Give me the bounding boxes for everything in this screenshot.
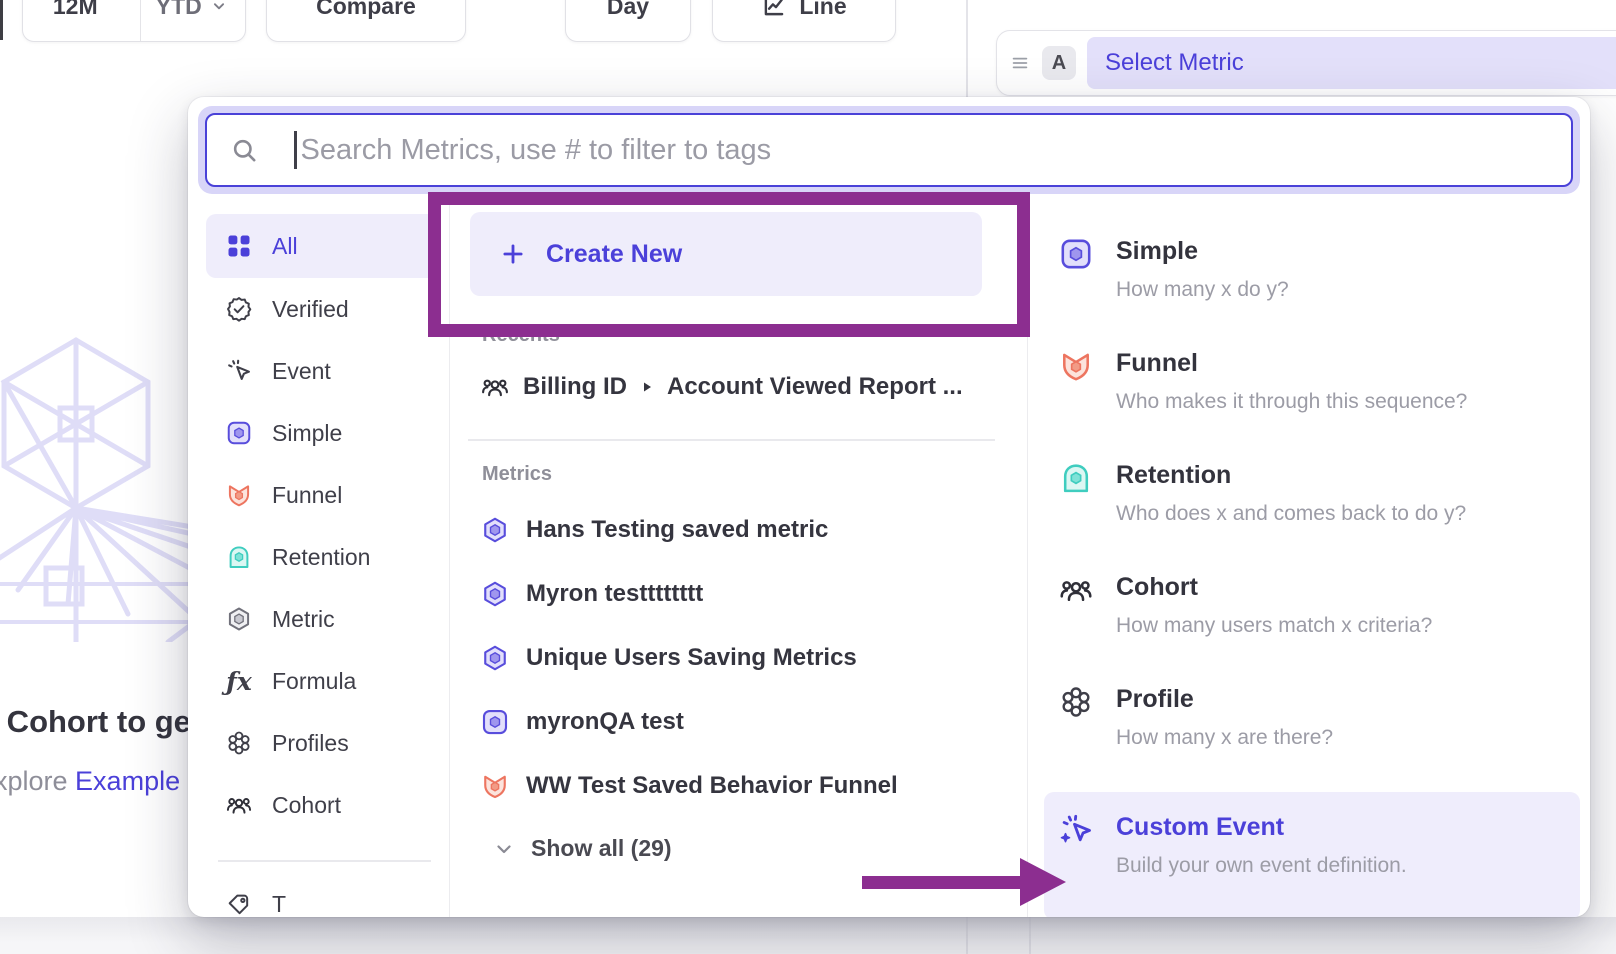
recent-item[interactable]: Billing ID Account Viewed Report ... <box>468 359 1001 415</box>
category-formula[interactable]: ƒx Formula <box>206 650 437 712</box>
metric-hexagon-icon <box>480 643 510 673</box>
metric-type-profile[interactable]: Profile How many x are there? <box>1028 664 1590 776</box>
metrics-heading: Metrics <box>468 463 1001 486</box>
profiles-flower-icon <box>1058 684 1094 720</box>
category-simple[interactable]: Simple <box>206 402 437 464</box>
date-range-control: 12M YTD <box>22 0 246 42</box>
category-verified[interactable]: Verified <box>206 278 437 340</box>
formula-fx-icon: ƒx <box>224 666 254 696</box>
retention-icon <box>224 542 254 572</box>
metric-type-column: Simple How many x do y? Funnel Who makes… <box>1028 200 1590 917</box>
show-all-button[interactable]: Show all (29) <box>468 824 1001 874</box>
search-icon <box>231 137 258 164</box>
tag-icon <box>224 890 254 918</box>
saved-metric-item[interactable]: Unique Users Saving Metrics <box>468 626 1001 690</box>
category-sidebar: All Verified Event Simple Funnel Retenti… <box>188 200 450 917</box>
column-divider <box>1029 917 1031 954</box>
metric-hexagon-icon <box>480 579 510 609</box>
empty-state-headline: r Cohort to ge <box>0 704 191 740</box>
event-cursor-icon <box>224 356 254 386</box>
page-bottom-strip <box>0 917 1616 954</box>
metric-type-cohort[interactable]: Cohort How many users match x criteria? <box>1028 552 1590 664</box>
column-divider <box>966 917 968 954</box>
metric-type-retention[interactable]: Retention Who does x and comes back to d… <box>1028 440 1590 552</box>
search-input[interactable] <box>301 120 1572 180</box>
category-clipped[interactable]: T <box>206 874 437 918</box>
annotation-arrow-shaft <box>862 876 1022 889</box>
select-metric-button[interactable]: Select Metric <box>1087 37 1616 89</box>
metric-hexagon-icon <box>480 515 510 545</box>
category-cohort[interactable]: Cohort <box>206 774 437 836</box>
metric-type-funnel[interactable]: Funnel Who makes it through this sequenc… <box>1028 328 1590 440</box>
range-12m-button[interactable]: 12M <box>23 0 128 41</box>
cohort-people-icon <box>224 790 254 820</box>
profiles-flower-icon <box>224 728 254 758</box>
clipped-edge-element <box>0 0 3 40</box>
chevron-down-icon <box>492 837 516 861</box>
category-event[interactable]: Event <box>206 340 437 402</box>
verified-seal-icon <box>224 294 254 324</box>
saved-metric-item[interactable]: WW Test Saved Behavior Funnel <box>468 754 1001 818</box>
range-ytd-button[interactable]: YTD <box>140 0 246 41</box>
breadcrumb-arrow-icon <box>640 380 654 394</box>
row-letter-badge: A <box>1042 46 1076 80</box>
saved-metric-item[interactable]: myronQA test <box>468 690 1001 754</box>
line-chart-icon <box>761 0 787 19</box>
annotation-arrow-head <box>1020 858 1066 906</box>
cohort-people-icon <box>480 372 510 402</box>
chevron-down-icon <box>208 0 230 17</box>
metric-hexagon-icon <box>224 604 254 634</box>
search-field[interactable] <box>205 113 1573 187</box>
funnel-icon <box>224 480 254 510</box>
metric-type-simple[interactable]: Simple How many x do y? <box>1028 216 1590 328</box>
text-caret <box>294 131 297 169</box>
granularity-day-button[interactable]: Day <box>565 0 691 42</box>
cohort-people-icon <box>1058 572 1094 608</box>
funnel-icon <box>1058 348 1094 384</box>
empty-state-subtext: xplore Example R <box>0 766 207 797</box>
saved-metric-item[interactable]: Hans Testing saved metric <box>468 498 1001 562</box>
chart-type-line-button[interactable]: Line <box>712 0 896 42</box>
category-funnel[interactable]: Funnel <box>206 464 437 526</box>
simple-metric-icon <box>480 707 510 737</box>
list-divider <box>468 439 995 441</box>
simple-metric-icon <box>224 418 254 448</box>
metric-type-custom-event[interactable]: Custom Event Build your own event defini… <box>1044 792 1580 917</box>
funnel-icon <box>480 771 510 801</box>
app-window: 12M YTD Compare Day Line A Select Metric… <box>0 0 1616 954</box>
category-retention[interactable]: Retention <box>206 526 437 588</box>
category-profiles[interactable]: Profiles <box>206 712 437 774</box>
saved-metric-item[interactable]: Myron testttttttt <box>468 562 1001 626</box>
annotation-rectangle <box>428 192 1030 337</box>
compare-button[interactable]: Compare <box>266 0 466 42</box>
category-metric[interactable]: Metric <box>206 588 437 650</box>
grid-icon <box>224 231 254 261</box>
custom-event-cursor-icon <box>1058 812 1094 848</box>
sidebar-divider <box>218 860 431 862</box>
metric-query-row: A Select Metric <box>996 30 1616 96</box>
category-all[interactable]: All <box>206 214 437 278</box>
simple-metric-icon <box>1058 236 1094 272</box>
saved-metrics-list: Hans Testing saved metric Myron testtttt… <box>468 498 1001 818</box>
drag-handle-icon[interactable] <box>1009 52 1031 74</box>
retention-icon <box>1058 460 1094 496</box>
